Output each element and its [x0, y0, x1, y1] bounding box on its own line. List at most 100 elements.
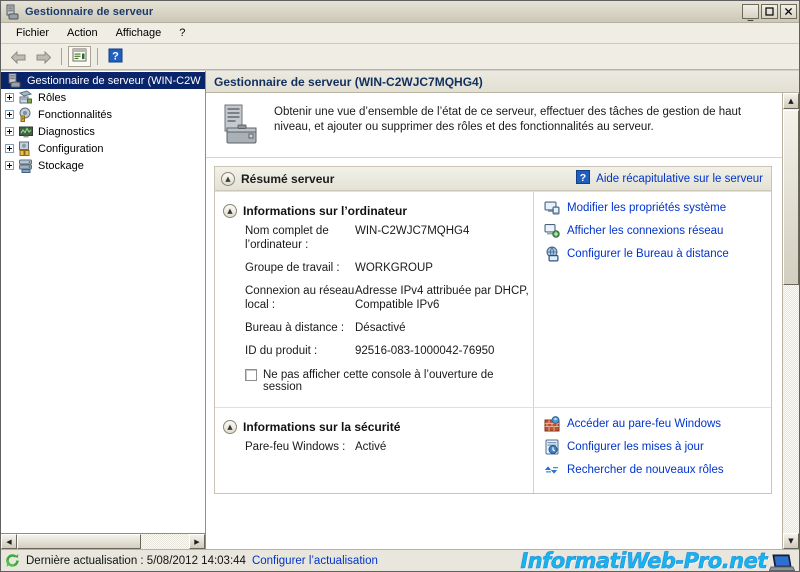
computer-info-actions: Modifier les propriétés système Afficher… — [533, 192, 771, 407]
field-windows-firewall: Pare-feu Windows : Activé — [215, 440, 533, 454]
scroll-down-button[interactable]: ▼ — [783, 533, 799, 549]
refresh-icon — [5, 553, 20, 568]
action-label[interactable]: Modifier les propriétés système — [567, 202, 726, 214]
roles-icon — [18, 90, 34, 105]
action-configure-updates[interactable]: Configurer les mises à jour — [544, 439, 765, 455]
action-network-connections[interactable]: Afficher les connexions réseau — [544, 223, 765, 239]
tree-item-roles[interactable]: Rôles — [1, 89, 205, 106]
tree-item-configuration-label: Configuration — [38, 142, 104, 155]
tree-item-configuration[interactable]: Configuration — [1, 140, 205, 157]
server-summary-header[interactable]: ▲ Résumé serveur ? Aide récapitulative s… — [215, 167, 771, 191]
scroll-thumb[interactable] — [783, 110, 799, 285]
security-info-title: Informations sur la sécurité — [243, 420, 401, 434]
field-value: WIN-C2WJC7MQHG4 — [355, 225, 470, 237]
forward-button[interactable] — [32, 46, 55, 67]
action-remote-desktop[interactable]: Configurer le Bureau à distance — [544, 246, 765, 262]
expand-icon[interactable] — [5, 93, 14, 102]
computer-information-section: ▲ Informations sur l’ordinateur Nom comp… — [215, 191, 771, 407]
content-vertical-scrollbar[interactable]: ▲ ▼ — [782, 93, 799, 549]
computer-info-fields: ▲ Informations sur l’ordinateur Nom comp… — [215, 192, 533, 407]
field-remote-desktop: Bureau à distance : Désactivé — [215, 321, 533, 335]
chevron-up-icon[interactable]: ▲ — [223, 420, 237, 434]
last-refresh-text: Dernière actualisation : 5/08/2012 14:03… — [26, 554, 246, 567]
action-label[interactable]: Configurer les mises à jour — [567, 441, 704, 453]
tree-item-storage-label: Stockage — [38, 159, 84, 172]
action-label[interactable]: Configurer le Bureau à distance — [567, 248, 729, 260]
scroll-right-button[interactable]: ▶ — [189, 534, 205, 549]
tree-item-storage[interactable]: Stockage — [1, 157, 205, 174]
menu-affichage[interactable]: Affichage — [107, 25, 171, 41]
expand-icon[interactable] — [5, 110, 14, 119]
field-value: Adresse IPv4 attribuée par DHCP, Compati… — [355, 285, 529, 311]
intro-banner: Obtenir une vue d’ensemble de l’état de … — [206, 93, 782, 158]
field-label: Bureau à distance : — [245, 322, 345, 334]
computer-info-title: Informations sur l’ordinateur — [243, 204, 408, 218]
menu-action[interactable]: Action — [58, 25, 107, 41]
tree-item-roles-label: Rôles — [38, 91, 67, 104]
action-windows-firewall[interactable]: Accéder au pare-feu Windows — [544, 416, 765, 432]
content-scroll-area: Obtenir une vue d’ensemble de l’état de … — [206, 93, 799, 549]
field-label: Pare-feu Windows : — [245, 441, 346, 453]
help-button[interactable]: ? — [104, 46, 127, 67]
minimize-button[interactable]: _ — [742, 4, 759, 20]
expand-icon[interactable] — [5, 144, 14, 153]
field-value: Désactivé — [355, 322, 406, 334]
security-info-fields: ▲ Informations sur la sécurité Pare-feu … — [215, 408, 533, 493]
tree-item-root[interactable]: Gestionnaire de serveur (WIN-C2W — [1, 72, 205, 89]
server-toolbox-icon — [218, 103, 262, 147]
close-button[interactable] — [780, 4, 797, 19]
scroll-track[interactable] — [17, 534, 189, 549]
action-system-properties[interactable]: Modifier les propriétés système — [544, 200, 765, 216]
back-button[interactable] — [7, 46, 30, 67]
scroll-thumb[interactable] — [17, 534, 141, 549]
server-manager-icon — [7, 73, 23, 88]
chevron-up-icon[interactable]: ▲ — [223, 204, 237, 218]
configure-refresh-link[interactable]: Configurer l’actualisation — [252, 555, 378, 567]
hide-console-checkbox[interactable] — [245, 369, 257, 381]
content-header: Gestionnaire de serveur (WIN-C2WJC7MQHG4… — [206, 71, 799, 93]
action-label[interactable]: Accéder au pare-feu Windows — [567, 418, 721, 430]
hide-console-checkbox-row[interactable]: Ne pas afficher cette console à l’ouvert… — [215, 367, 533, 399]
tree-horizontal-scrollbar[interactable]: ◀ ▶ — [1, 533, 205, 549]
configuration-icon — [18, 141, 34, 156]
server-manager-icon — [5, 4, 21, 20]
security-information-section: ▲ Informations sur la sécurité Pare-feu … — [215, 407, 771, 493]
action-check-new-roles[interactable]: Rechercher de nouveaux rôles — [544, 462, 765, 478]
field-local-connection: Connexion au réseau local : Adresse IPv4… — [215, 284, 533, 312]
scroll-up-button[interactable]: ▲ — [783, 93, 799, 109]
menu-fichier[interactable]: Fichier — [7, 25, 58, 41]
computer-info-header[interactable]: ▲ Informations sur l’ordinateur — [215, 196, 533, 224]
expand-icon[interactable] — [5, 161, 14, 170]
action-label[interactable]: Rechercher de nouveaux rôles — [567, 464, 724, 476]
tree-item-diagnostics-label: Diagnostics — [38, 125, 95, 138]
remote-desktop-icon — [544, 246, 560, 262]
windows-update-icon — [544, 439, 560, 455]
scroll-left-button[interactable]: ◀ — [1, 534, 17, 549]
firewall-icon — [544, 416, 560, 432]
toolbar: ? — [1, 44, 799, 70]
field-workgroup: Groupe de travail : WORKGROUP — [215, 261, 533, 275]
window-controls: _ — [742, 4, 797, 20]
summary-help[interactable]: ? Aide récapitulative sur le serveur — [576, 170, 763, 187]
security-info-header[interactable]: ▲ Informations sur la sécurité — [215, 412, 533, 440]
tree-item-features[interactable]: Fonctionnalités — [1, 106, 205, 123]
menu-help[interactable]: ? — [170, 25, 194, 41]
tree-item-diagnostics[interactable]: Diagnostics — [1, 123, 205, 140]
expand-icon[interactable] — [5, 127, 14, 136]
storage-icon — [18, 158, 34, 173]
features-icon — [18, 107, 34, 122]
field-label: Groupe de travail : — [245, 262, 340, 274]
hide-console-label: Ne pas afficher cette console à l’ouvert… — [263, 369, 494, 393]
field-label: ID du produit : — [245, 345, 318, 357]
properties-button[interactable] — [68, 46, 91, 67]
server-summary-title: Résumé serveur — [241, 171, 335, 186]
properties-icon — [72, 48, 87, 65]
chevron-up-icon[interactable]: ▲ — [221, 171, 235, 186]
maximize-button[interactable] — [761, 4, 778, 19]
field-label: Nom complet de l’ordinateur : — [245, 225, 329, 251]
action-label[interactable]: Afficher les connexions réseau — [567, 225, 723, 237]
intro-text: Obtenir une vue d’ensemble de l’état de … — [274, 106, 742, 133]
network-connections-icon — [544, 223, 560, 239]
summary-help-link[interactable]: Aide récapitulative sur le serveur — [596, 173, 763, 185]
diagnostics-icon — [18, 124, 34, 139]
